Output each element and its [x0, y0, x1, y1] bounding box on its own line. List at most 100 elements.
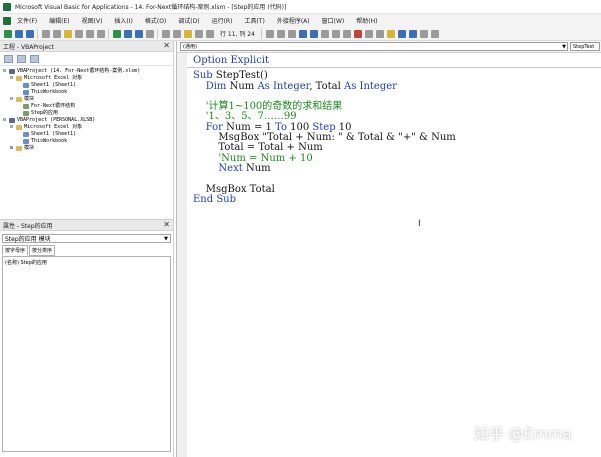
- indent-icon[interactable]: [276, 29, 285, 38]
- reset-icon[interactable]: [135, 29, 143, 38]
- tree-node[interactable]: ⊟ Microsoft Excel 对象: [3, 75, 173, 82]
- code-line[interactable]: MsgBox Total: [193, 184, 601, 195]
- tree-node[interactable]: ⊟ Microsoft Excel 对象: [3, 124, 173, 131]
- code-keyword: As Integer: [343, 80, 397, 92]
- design-mode-icon[interactable]: [146, 29, 154, 38]
- project-explorer-icon[interactable]: [162, 29, 170, 38]
- module-icon: [23, 111, 29, 116]
- menu-help[interactable]: 帮助(H): [356, 16, 377, 25]
- menu-window[interactable]: 窗口(W): [322, 16, 345, 25]
- procedure-dropdown[interactable]: StepTest: [570, 42, 600, 51]
- help-icon[interactable]: [206, 29, 214, 38]
- code-selectors: (通用) ▼ StepTest: [177, 41, 601, 53]
- find-icon[interactable]: [75, 29, 83, 38]
- run-icon[interactable]: [113, 29, 121, 38]
- code-line[interactable]: Dim Num As Integer, Total As Integer: [193, 80, 601, 92]
- toolbar-separator: [260, 28, 262, 39]
- tree-node-label: VBAProject (14. For-Next循环结构-案例.xlsm): [17, 68, 141, 74]
- undo-icon[interactable]: [86, 29, 94, 38]
- insert-module-icon[interactable]: [15, 29, 23, 38]
- project-explorer-toolbar: [0, 52, 173, 66]
- text-cursor-icon: I: [418, 219, 421, 229]
- tree-node[interactable]: For-Next循环结构: [3, 103, 173, 110]
- menu-file[interactable]: 文件(F): [17, 16, 37, 25]
- folder-icon: [16, 125, 22, 130]
- toggle-folders-icon[interactable]: [30, 54, 39, 63]
- properties-object-value: Step的应用 模块: [5, 234, 51, 243]
- previous-bookmark-icon[interactable]: [408, 29, 417, 38]
- object-dropdown[interactable]: (通用) ▼: [180, 42, 568, 51]
- procedure-separator: [187, 67, 601, 69]
- excel-icon[interactable]: [3, 16, 11, 25]
- quick-info-icon[interactable]: [320, 29, 329, 38]
- cursor-position: 行 11, 列 24: [220, 31, 255, 38]
- menu-addins[interactable]: 外接程序(A): [277, 16, 310, 25]
- toolbar-options-icon[interactable]: [430, 29, 439, 38]
- folder-icon: [16, 97, 22, 102]
- properties-icon[interactable]: [173, 29, 181, 38]
- redo-icon[interactable]: [97, 29, 105, 38]
- toggle-bookmark-icon[interactable]: [386, 29, 395, 38]
- uncomment-block-icon[interactable]: [375, 29, 384, 38]
- tree-node[interactable]: ThisWorkbook: [3, 89, 173, 96]
- code-lines[interactable]: Option Explicit Sub StepTest() Dim Num As…: [187, 55, 601, 205]
- tree-node-label: Microsoft Excel 对象: [24, 124, 83, 130]
- toggle-breakpoint-icon[interactable]: [353, 29, 362, 38]
- outdent-icon[interactable]: [287, 29, 296, 38]
- tree-node-label: 模块: [24, 96, 35, 102]
- break-icon[interactable]: [124, 29, 132, 38]
- tree-node[interactable]: Step的应用: [3, 110, 173, 117]
- menu-view[interactable]: 视图(V): [82, 16, 103, 25]
- clear-bookmarks-icon[interactable]: [419, 29, 428, 38]
- tree-node[interactable]: ⊞ 模块: [3, 145, 173, 152]
- menu-edit[interactable]: 编辑(E): [49, 16, 69, 25]
- tree-node[interactable]: Sheet1 (Sheet1): [3, 82, 173, 89]
- properties-object-select[interactable]: Step的应用 模块 ▼: [2, 234, 171, 243]
- view-object-icon[interactable]: [17, 54, 26, 63]
- tree-node[interactable]: ⊟ VBAProject (14. For-Next循环结构-案例.xlsm): [3, 68, 173, 75]
- code-line[interactable]: Option Explicit: [193, 55, 601, 66]
- save-icon[interactable]: [26, 29, 34, 38]
- proj-icon: [9, 118, 15, 123]
- menu-tools[interactable]: 工具(T): [244, 16, 264, 25]
- toolbox-icon[interactable]: [195, 29, 203, 38]
- cut-icon[interactable]: [42, 29, 50, 38]
- list-constants-icon[interactable]: [309, 29, 318, 38]
- sheet-icon: [23, 83, 29, 88]
- copy-icon[interactable]: [53, 29, 61, 38]
- parameter-info-icon[interactable]: [331, 29, 340, 38]
- tree-node[interactable]: ThisWorkbook: [3, 138, 173, 145]
- tree-node-label: ThisWorkbook: [31, 89, 68, 95]
- view-excel-icon[interactable]: [4, 29, 12, 38]
- close-icon[interactable]: ✕: [163, 42, 170, 50]
- code-line[interactable]: End Sub: [193, 194, 601, 205]
- edit-toolbar-icon[interactable]: [265, 29, 274, 38]
- chevron-down-icon[interactable]: ▼: [164, 236, 170, 242]
- menu-format[interactable]: 格式(O): [145, 16, 166, 25]
- code-editor[interactable]: Option Explicit Sub StepTest() Dim Num As…: [177, 53, 601, 457]
- code-text: Num: [245, 162, 271, 174]
- complete-word-icon[interactable]: [342, 29, 351, 38]
- code-line[interactable]: Next Num: [193, 162, 601, 174]
- menu-run[interactable]: 运行(R): [212, 16, 233, 25]
- tree-node[interactable]: ⊟ VBAProject (PERSONAL.XLSB): [3, 117, 173, 124]
- menu-debug[interactable]: 调试(D): [178, 16, 199, 25]
- tree-node[interactable]: Sheet1 (Sheet1): [3, 131, 173, 138]
- next-bookmark-icon[interactable]: [397, 29, 406, 38]
- tab-alphabetic[interactable]: 按字母序: [2, 245, 29, 256]
- comment-block-icon[interactable]: [364, 29, 373, 38]
- list-properties-icon[interactable]: [298, 29, 307, 38]
- view-code-icon[interactable]: [4, 54, 13, 63]
- paste-icon[interactable]: [64, 29, 72, 38]
- tree-node[interactable]: ⊟ 模块: [3, 96, 173, 103]
- menu-insert[interactable]: 插入(I): [114, 16, 132, 25]
- tab-categorized[interactable]: 按分类序: [29, 245, 56, 256]
- close-icon[interactable]: ✕: [163, 221, 170, 229]
- object-browser-icon[interactable]: [184, 29, 192, 38]
- toolbar-separator: [157, 28, 158, 39]
- properties-window: 属性 - Step的应用 ✕ Step的应用 模块 ▼ 按字母序 按分类序 (名…: [0, 219, 174, 457]
- sheet-icon: [23, 132, 29, 137]
- chevron-down-icon[interactable]: ▼: [562, 44, 567, 50]
- project-explorer: 工程 - VBAProject ✕ ⊟ VBAProject (14. For-N…: [0, 41, 174, 219]
- property-row[interactable]: (名称) Step的应用: [5, 259, 168, 266]
